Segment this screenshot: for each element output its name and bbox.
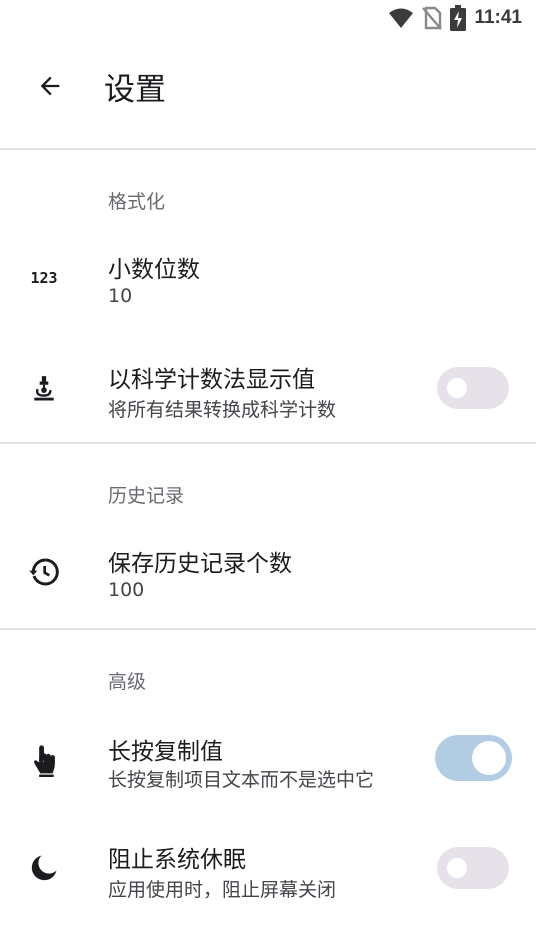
setting-label: 阻止系统休眠 (108, 847, 246, 873)
setting-label: 以科学计数法显示值 (108, 367, 315, 393)
long-press-copy-switch[interactable] (435, 735, 512, 781)
setting-summary: 10 (108, 285, 133, 307)
setting-label: 保存历史记录个数 (108, 551, 292, 577)
numbers-123-icon: 123 (30, 269, 58, 287)
setting-history-count[interactable]: 保存历史记录个数 100 (0, 530, 536, 626)
microscope-icon (20, 364, 68, 412)
setting-summary: 长按复制项目文本而不是选中它 (108, 769, 375, 791)
status-time: 11:41 (474, 7, 522, 28)
divider (0, 148, 536, 150)
page-title: 设置 (104, 71, 166, 108)
section-title-format: 格式化 (108, 191, 166, 213)
wifi-icon (389, 8, 414, 28)
scientific-notation-switch[interactable] (437, 367, 509, 409)
keep-screen-on-switch[interactable] (437, 847, 509, 889)
setting-label: 小数位数 (108, 257, 200, 283)
section-title-history: 历史记录 (108, 485, 185, 507)
setting-long-press-copy[interactable]: 长按复制值 长按复制项目文本而不是选中它 (0, 718, 536, 814)
battery-charging-icon (450, 5, 467, 31)
history-icon (20, 548, 68, 596)
setting-label: 长按复制值 (108, 739, 223, 765)
divider (0, 628, 536, 630)
setting-scientific-notation[interactable]: 以科学计数法显示值 将所有结果转换成科学计数 (0, 346, 536, 442)
touch-icon (20, 736, 68, 784)
setting-summary: 100 (108, 579, 145, 601)
moon-icon (20, 844, 68, 892)
setting-decimal-places[interactable]: 123 小数位数 10 (0, 236, 536, 332)
top-app-bar: 设置 (0, 44, 536, 128)
back-button[interactable] (26, 62, 74, 110)
divider (0, 442, 536, 444)
setting-summary: 应用使用时，阻止屏幕关闭 (108, 879, 337, 901)
no-sim-icon (422, 6, 443, 30)
section-title-advanced: 高级 (108, 671, 147, 693)
arrow-back-icon (40, 76, 60, 96)
setting-summary: 将所有结果转换成科学计数 (108, 399, 337, 421)
status-bar: 11:41 (0, 0, 536, 36)
setting-keep-screen-on[interactable]: 阻止系统休眠 应用使用时，阻止屏幕关闭 (0, 828, 536, 924)
